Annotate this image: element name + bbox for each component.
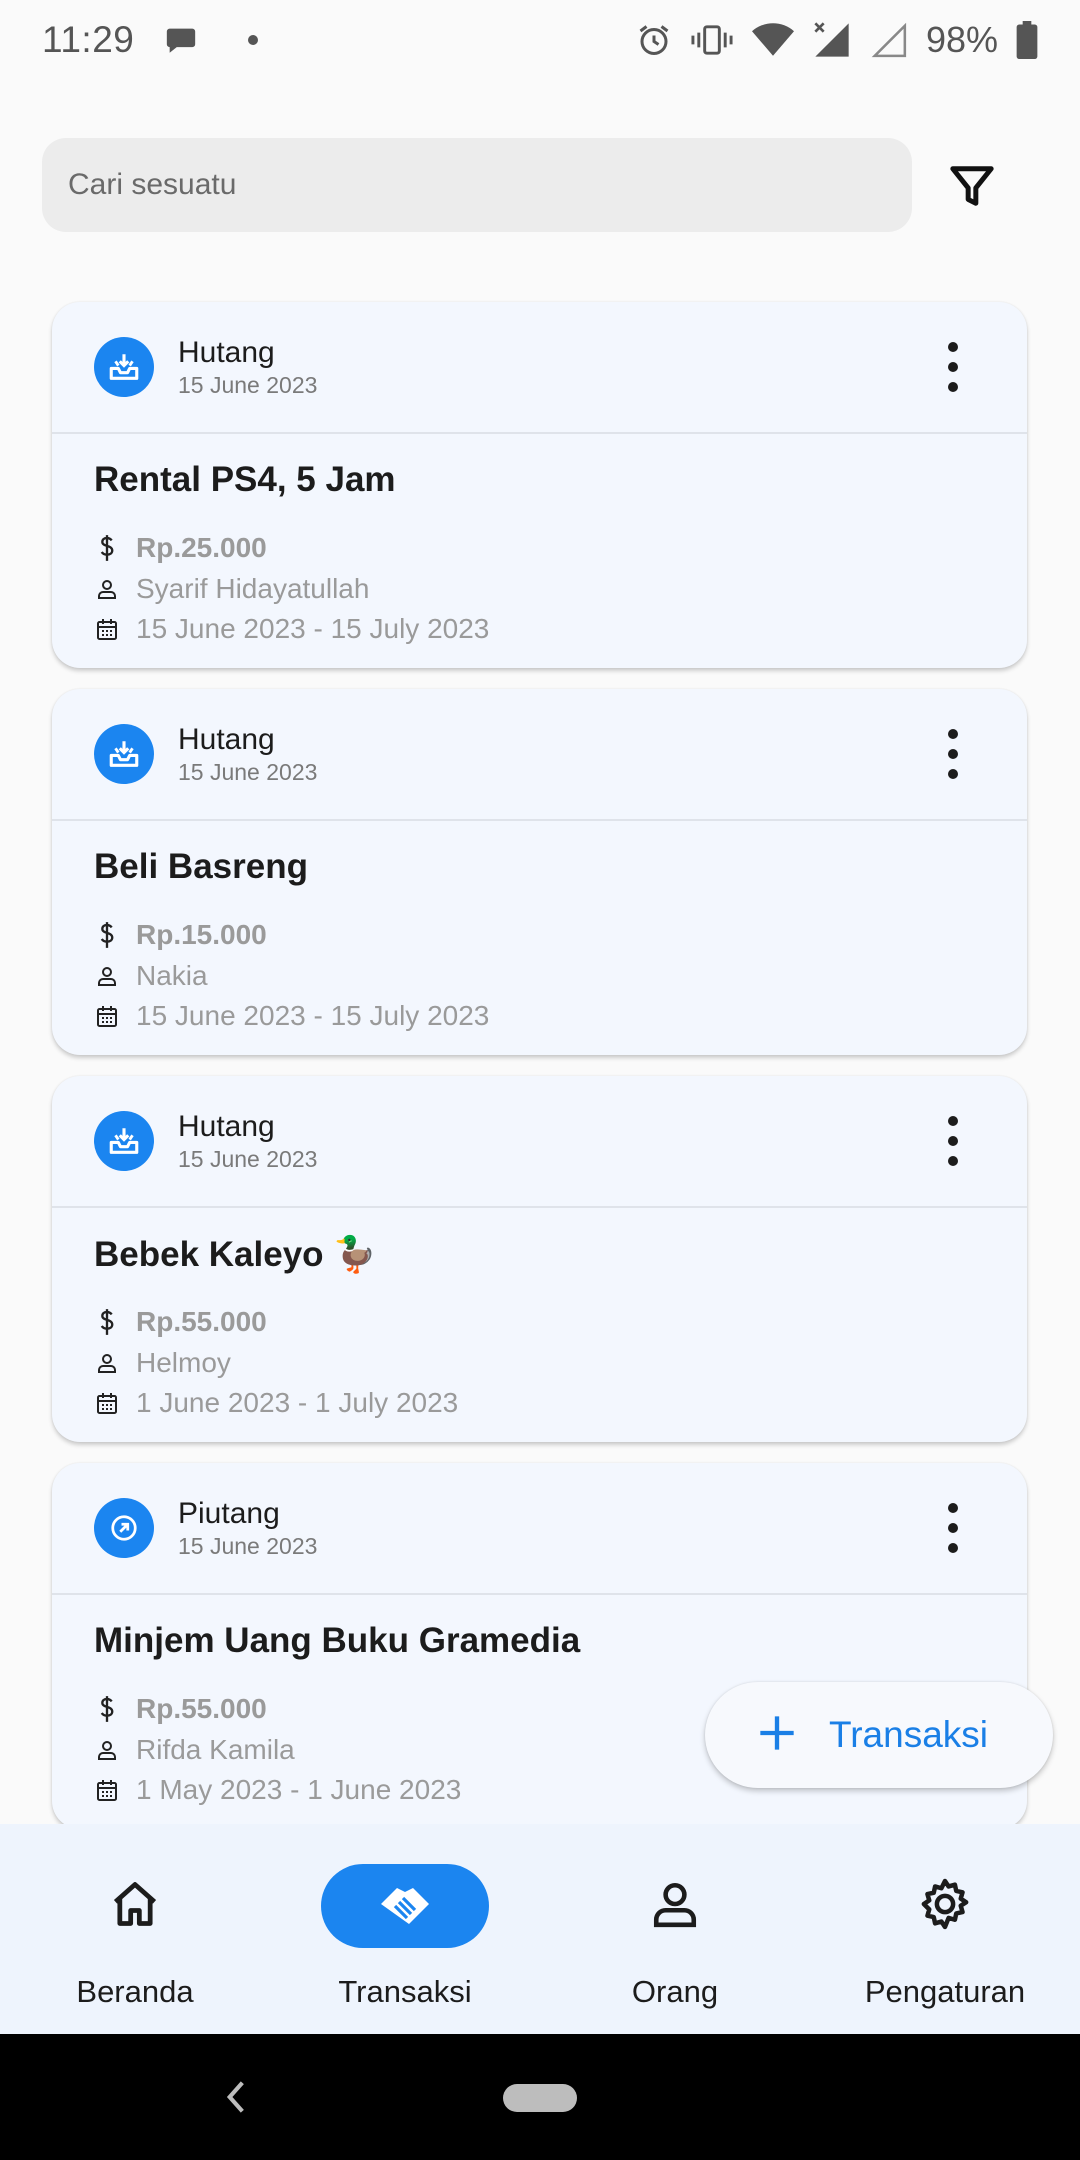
- calendar-icon: [94, 1003, 120, 1029]
- person-icon: [94, 964, 120, 988]
- home-icon[interactable]: [109, 1878, 161, 1935]
- dollar-icon: [94, 1695, 120, 1723]
- transaction-card[interactable]: Hutang 15 June 2023 Rental PS4, 5 Jam Rp…: [52, 302, 1027, 668]
- nav-item-transaksi[interactable]: Transaksi: [270, 1824, 540, 2034]
- nav-label[interactable]: Transaksi: [270, 1974, 540, 2010]
- transaction-person: Syarif Hidayatullah: [136, 573, 370, 604]
- transaction-created-date: 15 June 2023: [178, 372, 318, 398]
- calendar-icon: [94, 1777, 120, 1803]
- dollar-icon: [94, 534, 120, 562]
- transaction-title: Minjem Uang Buku Gramedia: [94, 1621, 581, 1660]
- transaction-period: 15 June 2023 - 15 July 2023: [136, 1000, 490, 1031]
- settings-gear-icon[interactable]: [918, 1877, 972, 1936]
- transaction-amount: Rp.15.000: [136, 919, 267, 950]
- card-header: Hutang 15 June 2023: [52, 302, 1027, 434]
- transaction-type: Piutang: [178, 1497, 280, 1530]
- card-header: Hutang 15 June 2023: [52, 1076, 1027, 1208]
- filter-icon[interactable]: [949, 163, 995, 214]
- transaction-amount: Rp.55.000: [136, 1693, 267, 1724]
- calendar-icon: [94, 616, 120, 642]
- arrow-up-right-circle-icon: [94, 1498, 154, 1558]
- search-row: [42, 138, 1042, 232]
- vibrate-icon: [690, 22, 734, 58]
- dollar-icon: [94, 1308, 120, 1336]
- more-vert-icon[interactable]: [941, 1116, 965, 1166]
- transaction-amount: Rp.25.000: [136, 532, 267, 563]
- more-vert-icon[interactable]: [941, 729, 965, 779]
- transaction-card[interactable]: Hutang 15 June 2023 Bebek Kaleyo 🦆 Rp.55…: [52, 1076, 1027, 1442]
- transaction-person: Rifda Kamila: [136, 1734, 295, 1765]
- transaction-title: Bebek Kaleyo 🦆: [94, 1235, 377, 1274]
- alarm-icon: [636, 22, 672, 58]
- add-transaction-label[interactable]: Transaksi: [829, 1714, 988, 1756]
- notification-dot: [248, 35, 259, 45]
- add-transaction-button[interactable]: Transaksi: [705, 1682, 1053, 1788]
- calendar-icon: [94, 1390, 120, 1416]
- nav-item-pengaturan[interactable]: Pengaturan: [810, 1824, 1080, 2034]
- more-vert-icon[interactable]: [941, 1503, 965, 1553]
- back-chevron-icon[interactable]: [222, 2078, 250, 2121]
- transaction-type: Hutang: [178, 336, 275, 369]
- transaction-created-date: 15 June 2023: [178, 759, 318, 785]
- search-input[interactable]: [68, 168, 912, 202]
- more-vert-icon[interactable]: [941, 342, 965, 392]
- inbox-receive-icon: [94, 1111, 154, 1171]
- transaction-person: Nakia: [136, 960, 208, 991]
- transaction-type: Hutang: [178, 1110, 275, 1143]
- transaction-created-date: 15 June 2023: [178, 1533, 318, 1559]
- bottom-navigation: Beranda Transaksi Orang Pengaturan: [0, 1824, 1080, 2034]
- signal-empty-icon: [870, 21, 908, 59]
- inbox-receive-icon: [94, 337, 154, 397]
- plus-icon[interactable]: [757, 1713, 797, 1758]
- battery-icon: [1016, 21, 1038, 59]
- nav-label[interactable]: Pengaturan: [810, 1974, 1080, 2010]
- status-time: 11:29: [42, 19, 135, 60]
- transaction-period: 15 June 2023 - 15 July 2023: [136, 613, 490, 644]
- transaction-period: 1 June 2023 - 1 July 2023: [136, 1387, 459, 1418]
- chat-bubble-icon: [164, 23, 198, 57]
- system-navigation-bar: [0, 2034, 1080, 2160]
- home-pill-button[interactable]: [503, 2084, 577, 2112]
- wifi-icon: [751, 22, 794, 58]
- handshake-icon[interactable]: [377, 1878, 433, 1935]
- search-box[interactable]: [42, 138, 912, 232]
- signal-icon: [812, 20, 852, 60]
- person-icon[interactable]: [650, 1879, 700, 1934]
- card-header: Piutang 15 June 2023: [52, 1463, 1027, 1595]
- transaction-type: Hutang: [178, 723, 275, 756]
- transaction-card[interactable]: Hutang 15 June 2023 Beli Basreng Rp.15.0…: [52, 689, 1027, 1055]
- person-icon: [94, 1351, 120, 1375]
- transaction-person: Helmoy: [136, 1347, 231, 1378]
- filter-button[interactable]: [942, 158, 1002, 218]
- nav-item-orang[interactable]: Orang: [540, 1824, 810, 2034]
- nav-item-beranda[interactable]: Beranda: [0, 1824, 270, 2034]
- transaction-created-date: 15 June 2023: [178, 1146, 318, 1172]
- transaction-title: Beli Basreng: [94, 847, 308, 886]
- person-icon: [94, 577, 120, 601]
- transaction-amount: Rp.55.000: [136, 1306, 267, 1337]
- status-bar: 11:29 98%: [0, 0, 1080, 80]
- inbox-receive-icon: [94, 724, 154, 784]
- nav-label[interactable]: Beranda: [0, 1974, 270, 2010]
- transaction-title: Rental PS4, 5 Jam: [94, 460, 396, 499]
- nav-label[interactable]: Orang: [540, 1974, 810, 2010]
- battery-percent: 98%: [925, 19, 998, 60]
- card-header: Hutang 15 June 2023: [52, 689, 1027, 821]
- person-icon: [94, 1738, 120, 1762]
- transaction-period: 1 May 2023 - 1 June 2023: [136, 1774, 462, 1805]
- dollar-icon: [94, 921, 120, 949]
